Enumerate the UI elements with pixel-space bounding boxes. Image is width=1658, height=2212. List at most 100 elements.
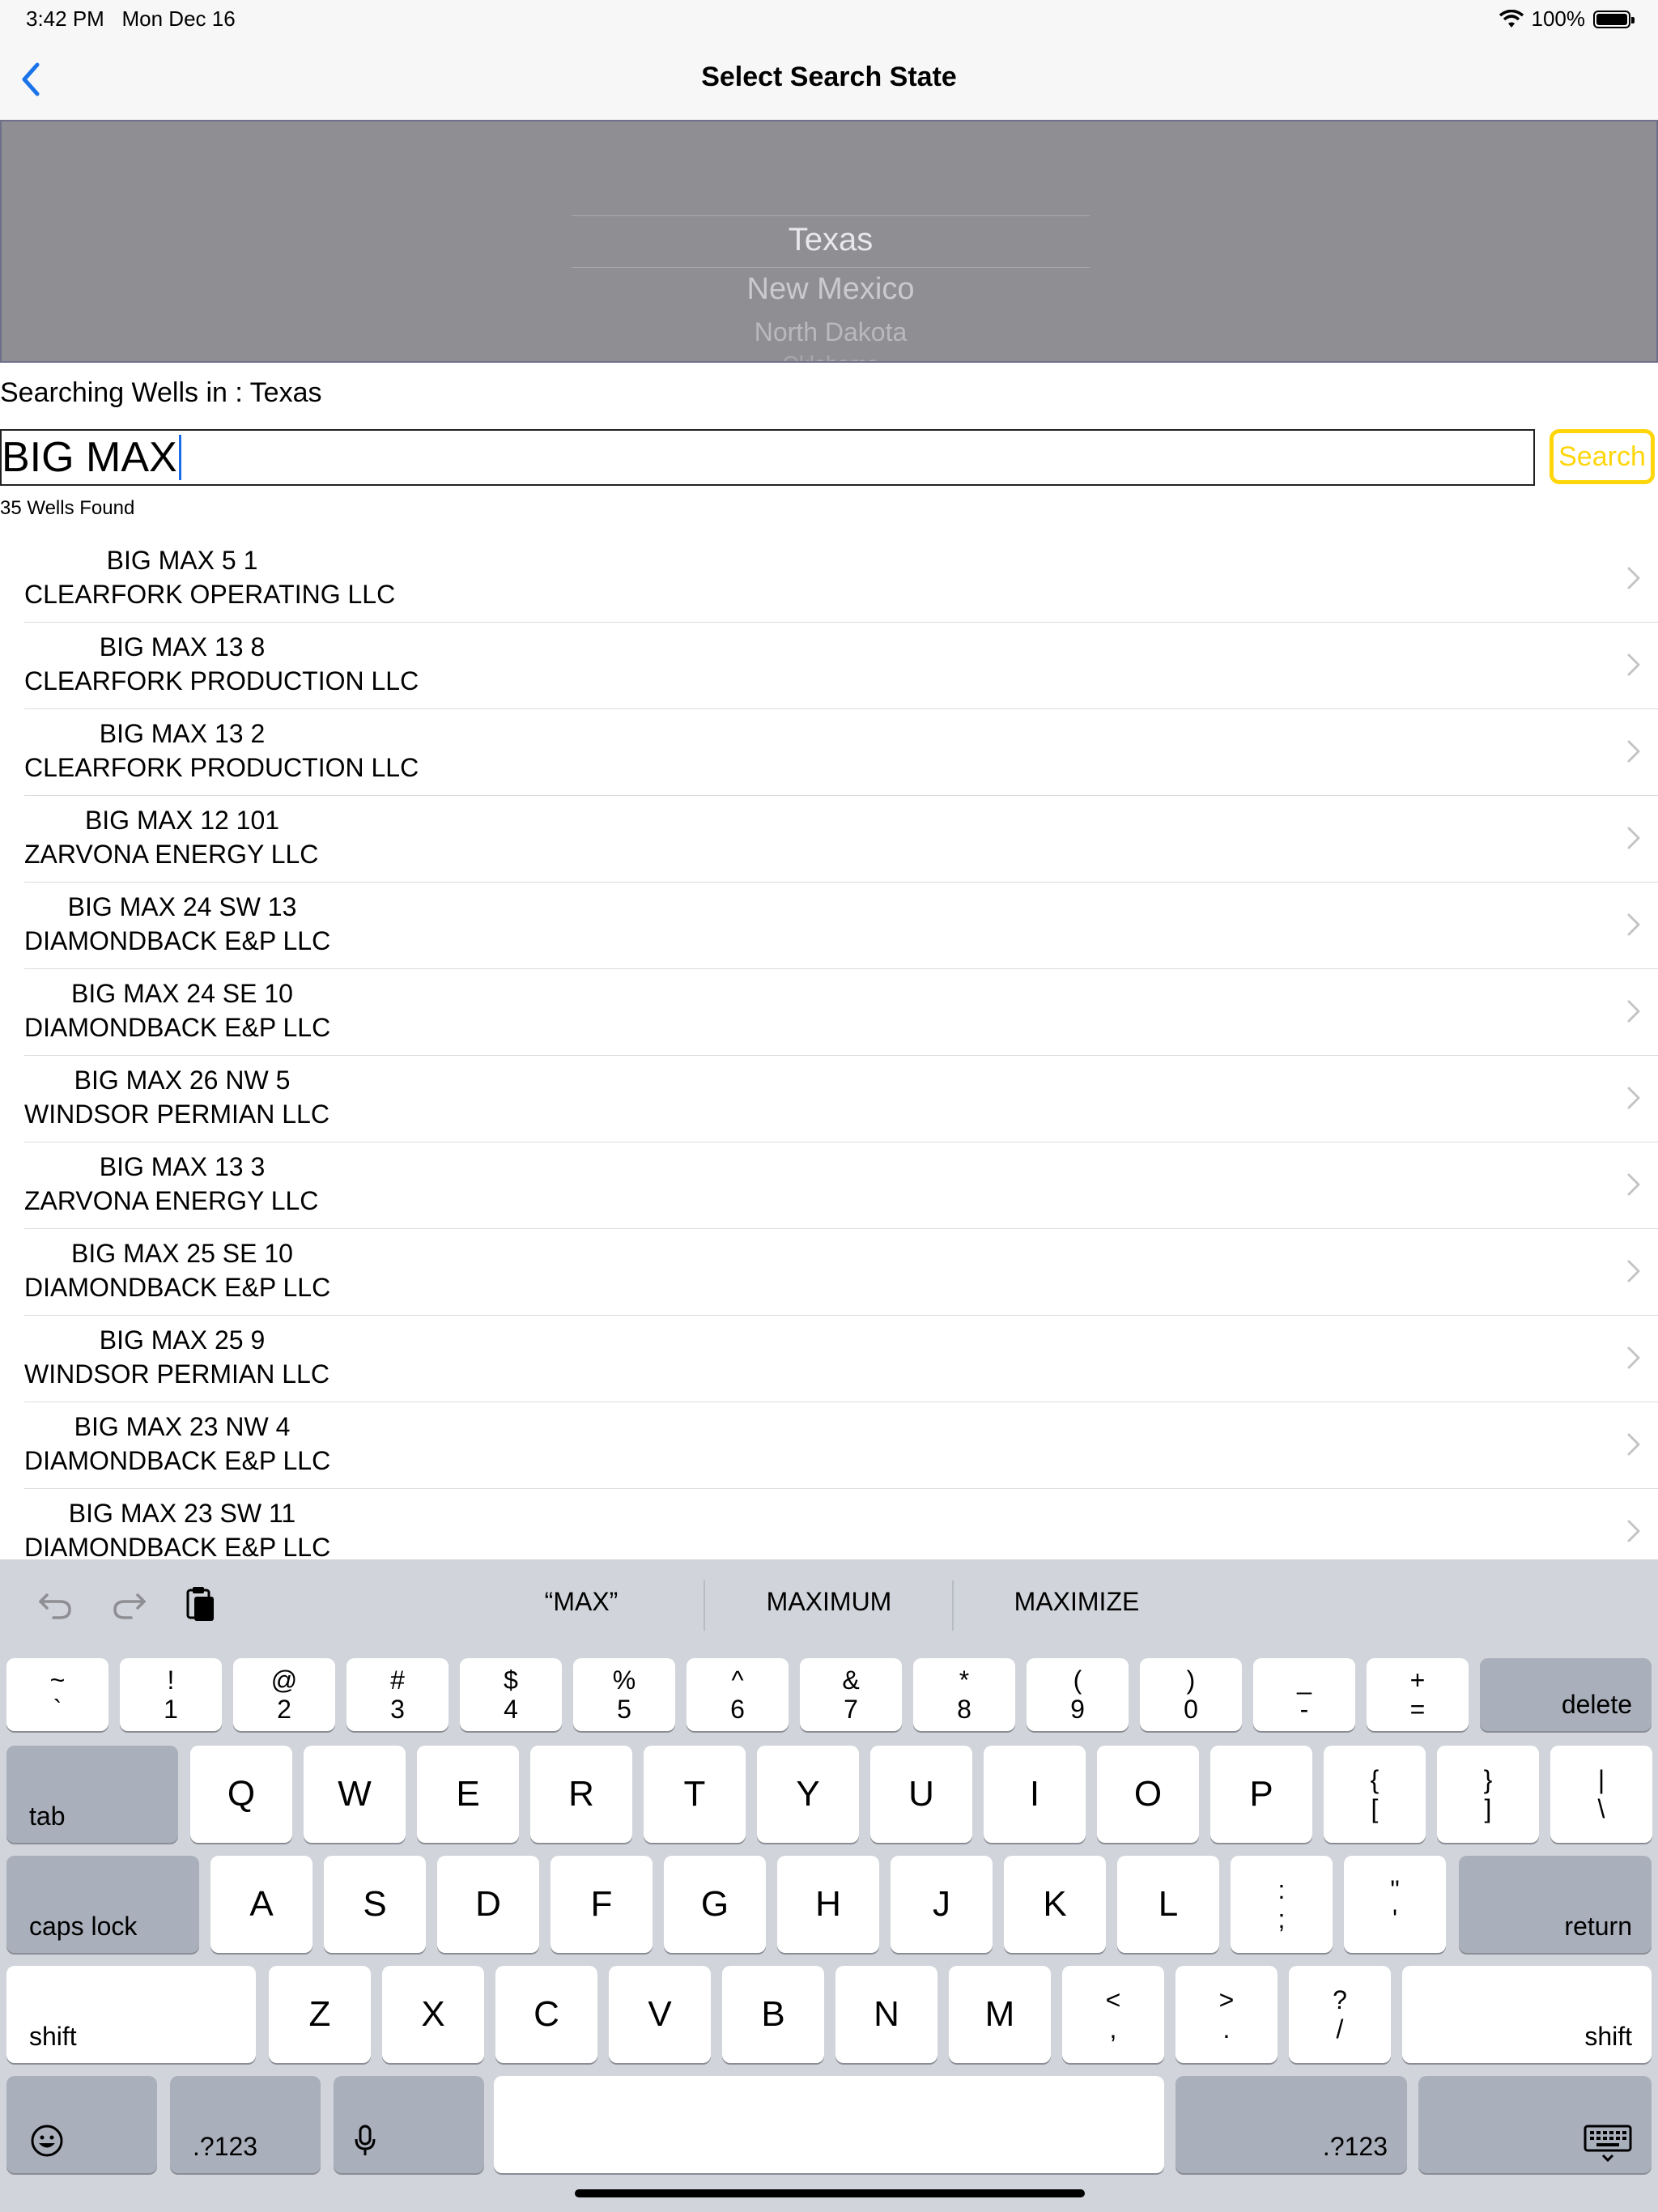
well-operator: DIAMONDBACK E&P LLC [24,1273,331,1302]
key-shift-char: @ [270,1665,298,1695]
picker-option[interactable]: North Dakota [2,317,1656,347]
key-r[interactable]: R [530,1746,632,1843]
dictation-key[interactable] [334,2076,484,2173]
key-10[interactable]: ) 0 [1140,1658,1242,1731]
key-k[interactable]: K [1004,1856,1106,1953]
key-bracket-2[interactable]: | \ [1550,1746,1652,1843]
picker-option[interactable]: New Mexico [2,272,1656,307]
key-j[interactable]: J [891,1856,993,1953]
emoji-icon [31,2125,63,2157]
shift-left-key[interactable]: shift [6,1966,256,2063]
suggestion-divider [952,1580,954,1631]
key-11[interactable]: _ - [1253,1658,1355,1731]
key-shift-char: ^ [731,1665,744,1695]
key-7[interactable]: & 7 [800,1658,902,1731]
search-button[interactable]: Search [1550,429,1655,484]
key-base-char: \ [1597,1794,1605,1823]
suggestion-divider [704,1580,705,1631]
key-punct-1[interactable]: " ' [1344,1856,1446,1953]
key-p[interactable]: P [1210,1746,1312,1843]
table-row[interactable]: BIG MAX 5 1 CLEARFORK OPERATING LLC [24,536,1658,623]
emoji-key[interactable] [6,2076,157,2173]
key-3[interactable]: #3 [346,1658,449,1731]
shift-right-key[interactable]: shift [1402,1966,1652,2063]
key-punct-r4-1[interactable]: >. [1175,1966,1278,2063]
key-bracket-0[interactable]: {[ [1324,1746,1426,1843]
caps-lock-key[interactable]: caps lock [6,1856,199,1953]
tab-key[interactable]: tab [6,1746,178,1843]
suggestion-1[interactable]: “MAX” [460,1587,703,1617]
key-b[interactable]: B [722,1966,824,2063]
microphone-icon [355,2125,376,2155]
key-0[interactable]: ~ ` [6,1658,108,1731]
redo-icon[interactable] [108,1584,149,1624]
space-key[interactable] [494,2076,1164,2173]
key-f[interactable]: F [551,1856,653,1953]
table-row[interactable]: BIG MAX 13 8 CLEARFORK PRODUCTION LLC [24,623,1658,709]
table-row[interactable]: BIG MAX 24 SE 10 DIAMONDBACK E&P LLC [24,969,1658,1056]
table-row[interactable]: BIG MAX 25 SE 10 DIAMONDBACK E&P LLC [24,1229,1658,1316]
key-punct-0[interactable]: :; [1231,1856,1333,1953]
picker-selected-option[interactable]: Texas [2,222,1656,258]
key-punct-r4-0[interactable]: <, [1062,1966,1164,2063]
key-h[interactable]: H [777,1856,879,1953]
key-base-char: 4 [504,1695,518,1724]
table-row[interactable]: BIG MAX 26 NW 5 WINDSOR PERMIAN LLC [24,1056,1658,1142]
key-5[interactable]: % 5 [573,1658,675,1731]
key-l[interactable]: L [1117,1856,1219,1953]
return-key[interactable]: return [1459,1856,1652,1953]
key-shift-char: # [390,1665,405,1695]
numbers-right-key[interactable]: .?123 [1175,2076,1407,2173]
paste-icon[interactable] [180,1584,220,1624]
suggestion-3[interactable]: MAXIMIZE [955,1587,1198,1617]
key-6[interactable]: ^ 6 [687,1658,789,1731]
key-a[interactable]: A [210,1856,312,1953]
key-bracket-1[interactable]: }] [1437,1746,1539,1843]
suggestion-2[interactable]: MAXIMUM [708,1587,950,1617]
key-e[interactable]: E [417,1746,519,1843]
table-row[interactable]: BIG MAX 25 9 WINDSOR PERMIAN LLC [24,1316,1658,1402]
key-9[interactable]: (9 [1027,1658,1129,1731]
key-punct-r4-2[interactable]: ? / [1289,1966,1391,2063]
table-row[interactable]: BIG MAX 23 SW 11 DIAMONDBACK E&P LLC [24,1489,1658,1559]
state-picker[interactable]: Texas New Mexico North Dakota Oklahoma [0,120,1658,363]
table-row[interactable]: BIG MAX 12 101 ZARVONA ENERGY LLC [24,796,1658,883]
key-w[interactable]: W [304,1746,406,1843]
results-list[interactable]: BIG MAX 5 1 CLEARFORK OPERATING LLC BIG MA… [0,536,1658,1559]
key-z[interactable]: Z [269,1966,371,2063]
key-8[interactable]: * 8 [913,1658,1015,1731]
key-4[interactable]: $4 [460,1658,562,1731]
table-row[interactable]: BIG MAX 13 3 ZARVONA ENERGY LLC [24,1142,1658,1229]
numbers-left-key[interactable]: .?123 [170,2076,321,2173]
key-c[interactable]: C [495,1966,597,2063]
key-i[interactable]: I [984,1746,1086,1843]
key-n[interactable]: N [835,1966,937,2063]
key-y[interactable]: Y [757,1746,859,1843]
chevron-right-icon [1627,1000,1640,1023]
search-input[interactable]: BIG MAX [0,429,1535,486]
undo-icon[interactable] [36,1584,76,1624]
key-g[interactable]: G [664,1856,766,1953]
delete-key[interactable]: delete [1480,1658,1652,1731]
chevron-right-icon [1627,740,1640,763]
key-q[interactable]: Q [190,1746,292,1843]
key-d[interactable]: D [437,1856,539,1953]
key-label: tab [29,1802,66,1831]
key-shift-char: ! [167,1665,175,1695]
key-t[interactable]: T [644,1746,746,1843]
key-m[interactable]: M [949,1966,1051,2063]
key-shift-char: * [959,1665,970,1695]
key-v[interactable]: V [609,1966,711,2063]
picker-option[interactable]: Oklahoma [2,351,1656,361]
hide-keyboard-key[interactable] [1418,2076,1652,2173]
key-12[interactable]: + = [1367,1658,1469,1731]
table-row[interactable]: BIG MAX 24 SW 13 DIAMONDBACK E&P LLC [24,883,1658,969]
key-o[interactable]: O [1097,1746,1199,1843]
table-row[interactable]: BIG MAX 13 2 CLEARFORK PRODUCTION LLC [24,709,1658,796]
key-2[interactable]: @2 [233,1658,335,1731]
table-row[interactable]: BIG MAX 23 NW 4 DIAMONDBACK E&P LLC [24,1402,1658,1489]
key-x[interactable]: X [382,1966,484,2063]
key-u[interactable]: U [870,1746,972,1843]
key-s[interactable]: S [324,1856,426,1953]
key-1[interactable]: ! 1 [120,1658,222,1731]
